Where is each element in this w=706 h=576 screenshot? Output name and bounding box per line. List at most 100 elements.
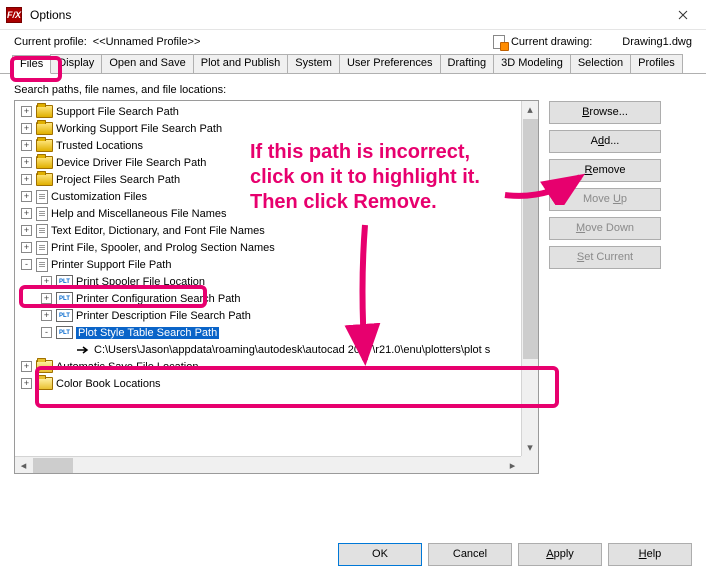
side-buttons: Browse...Add...RemoveMove UpMove DownSet… [549,100,661,474]
tab-selection[interactable]: Selection [570,54,631,73]
tree-node[interactable]: + Customization Files [15,188,538,205]
tree[interactable]: +Support File Search Path+Working Suppor… [15,101,538,394]
tree-node[interactable]: - Printer Support File Path [15,256,538,273]
tab-system[interactable]: System [287,54,340,73]
tree-node[interactable]: +Help and Miscellaneous File Names [15,205,538,222]
cancel-button[interactable]: Cancel [428,543,512,566]
folder-closed-icon [36,156,53,169]
titlebar: F/X Options [0,0,706,30]
expander-icon[interactable]: - [21,259,32,270]
expander-icon[interactable]: + [21,242,32,253]
tab-display[interactable]: Display [50,54,102,73]
tree-node[interactable]: + Trusted Locations [15,137,538,154]
tab-open-and-save[interactable]: Open and Save [101,54,193,73]
expander-icon[interactable]: + [21,208,32,219]
tree-node-label: Working Support File Search Path [56,123,222,135]
folder-closed-icon [36,173,53,186]
tree-node[interactable]: + PLTPrint Spooler File Location [15,273,538,290]
tree-node[interactable]: + Device Driver File Search Path [15,154,538,171]
close-icon [678,10,688,20]
expander-icon[interactable]: + [21,191,32,202]
tree-node-label: Printer Support File Path [51,259,171,271]
expander-icon[interactable]: + [21,123,32,134]
bottom-bar: OK Cancel Apply Help [0,532,706,576]
expander-icon[interactable]: + [21,174,32,185]
profile-row: Current profile: <<Unnamed Profile>> Cur… [0,30,706,54]
tree-node-label: Automatic Save File Location [56,361,198,373]
scroll-left-icon[interactable]: ◂ [15,457,32,474]
expander-icon[interactable]: + [21,106,32,117]
expander-icon[interactable]: - [41,327,52,338]
tree-node-label: Customization Files [51,191,147,203]
current-profile-value: <<Unnamed Profile>> [93,36,201,48]
tree-node-label: Print Spooler File Location [76,276,205,288]
tree-node[interactable]: C:\Users\Jason\appdata\roaming\autodesk\… [15,341,538,358]
expander-icon[interactable]: + [41,293,52,304]
tree-panel: +Support File Search Path+Working Suppor… [14,100,539,474]
tree-node-label: C:\Users\Jason\appdata\roaming\autodesk\… [94,344,490,356]
help-button[interactable]: Help [608,543,692,566]
tree-node-label: Text Editor, Dictionary, and Font File N… [51,225,265,237]
tab-files[interactable]: Files [12,55,51,74]
scroll-corner [521,456,538,473]
set-current-button: Set Current [549,246,661,269]
tab-user-preferences[interactable]: User Preferences [339,54,441,73]
expander-icon[interactable]: + [21,378,32,389]
move-up-button: Move Up [549,188,661,211]
expander-icon[interactable]: + [41,276,52,287]
add-button[interactable]: Add... [549,130,661,153]
expander-icon[interactable]: + [21,361,32,372]
expander-icon[interactable]: + [21,140,32,151]
close-button[interactable] [660,0,706,30]
tree-node[interactable]: + PLTPrinter Configuration Search Path [15,290,538,307]
tree-node[interactable]: + Text Editor, Dictionary, and Font File … [15,222,538,239]
ok-button[interactable]: OK [338,543,422,566]
tree-node[interactable]: -PLTPlot Style Table Search Path [15,324,538,341]
tree-node[interactable]: +Support File Search Path [15,103,538,120]
scroll-up-icon[interactable]: ▴ [522,101,539,118]
expander-icon[interactable]: + [21,157,32,168]
scroll-right-icon[interactable]: ▸ [504,457,521,474]
tab-drafting[interactable]: Drafting [440,54,495,73]
tab-plot-and-publish[interactable]: Plot and Publish [193,54,289,73]
tree-node-label: Printer Description File Search Path [76,310,251,322]
tab-profiles[interactable]: Profiles [630,54,683,73]
plt-icon: PLT [56,292,73,305]
file-icon [36,190,48,204]
tree-node-label: Color Book Locations [56,378,161,390]
horizontal-scrollbar[interactable]: ◂ ▸ [15,456,521,473]
browse-button[interactable]: Browse... [549,101,661,124]
tree-node[interactable]: + Color Book Locations [15,375,538,392]
tree-node[interactable]: + Automatic Save File Location [15,358,538,375]
file-icon [36,258,48,272]
tree-node[interactable]: + Working Support File Search Path [15,120,538,137]
expander-icon [61,344,72,355]
tree-node[interactable]: + PLTPrinter Description File Search Path [15,307,538,324]
expander-icon[interactable]: + [21,225,32,236]
tabs: FilesDisplayOpen and SavePlot and Publis… [0,54,706,74]
expander-icon[interactable]: + [41,310,52,321]
current-drawing: Current drawing: [493,35,592,49]
tree-node[interactable]: +Print File, Spooler, and Prolog Section… [15,239,538,256]
current-profile-label: Current profile: [14,36,87,48]
scroll-down-icon[interactable]: ▾ [522,439,539,456]
scroll-thumb[interactable] [33,458,73,473]
file-icon [36,224,48,238]
tree-node-label: Trusted Locations [56,140,143,152]
drawing-icon [493,35,507,49]
apply-button[interactable]: Apply [518,543,602,566]
remove-button[interactable]: Remove [549,159,661,182]
plt-icon: PLT [56,275,73,288]
file-icon [36,207,48,221]
tree-node-label: Printer Configuration Search Path [76,293,240,305]
scroll-thumb[interactable] [523,119,538,359]
plt-icon: PLT [56,309,73,322]
current-drawing-label: Current drawing: [511,36,592,48]
tree-node-label: Device Driver File Search Path [56,157,206,169]
tree-node-label: Plot Style Table Search Path [76,327,219,339]
plt-icon: PLT [56,326,73,339]
tab-3d-modeling[interactable]: 3D Modeling [493,54,571,73]
folder-open-icon [36,360,53,373]
tree-node[interactable]: +Project Files Search Path [15,171,538,188]
vertical-scrollbar[interactable]: ▴ ▾ [521,101,538,456]
